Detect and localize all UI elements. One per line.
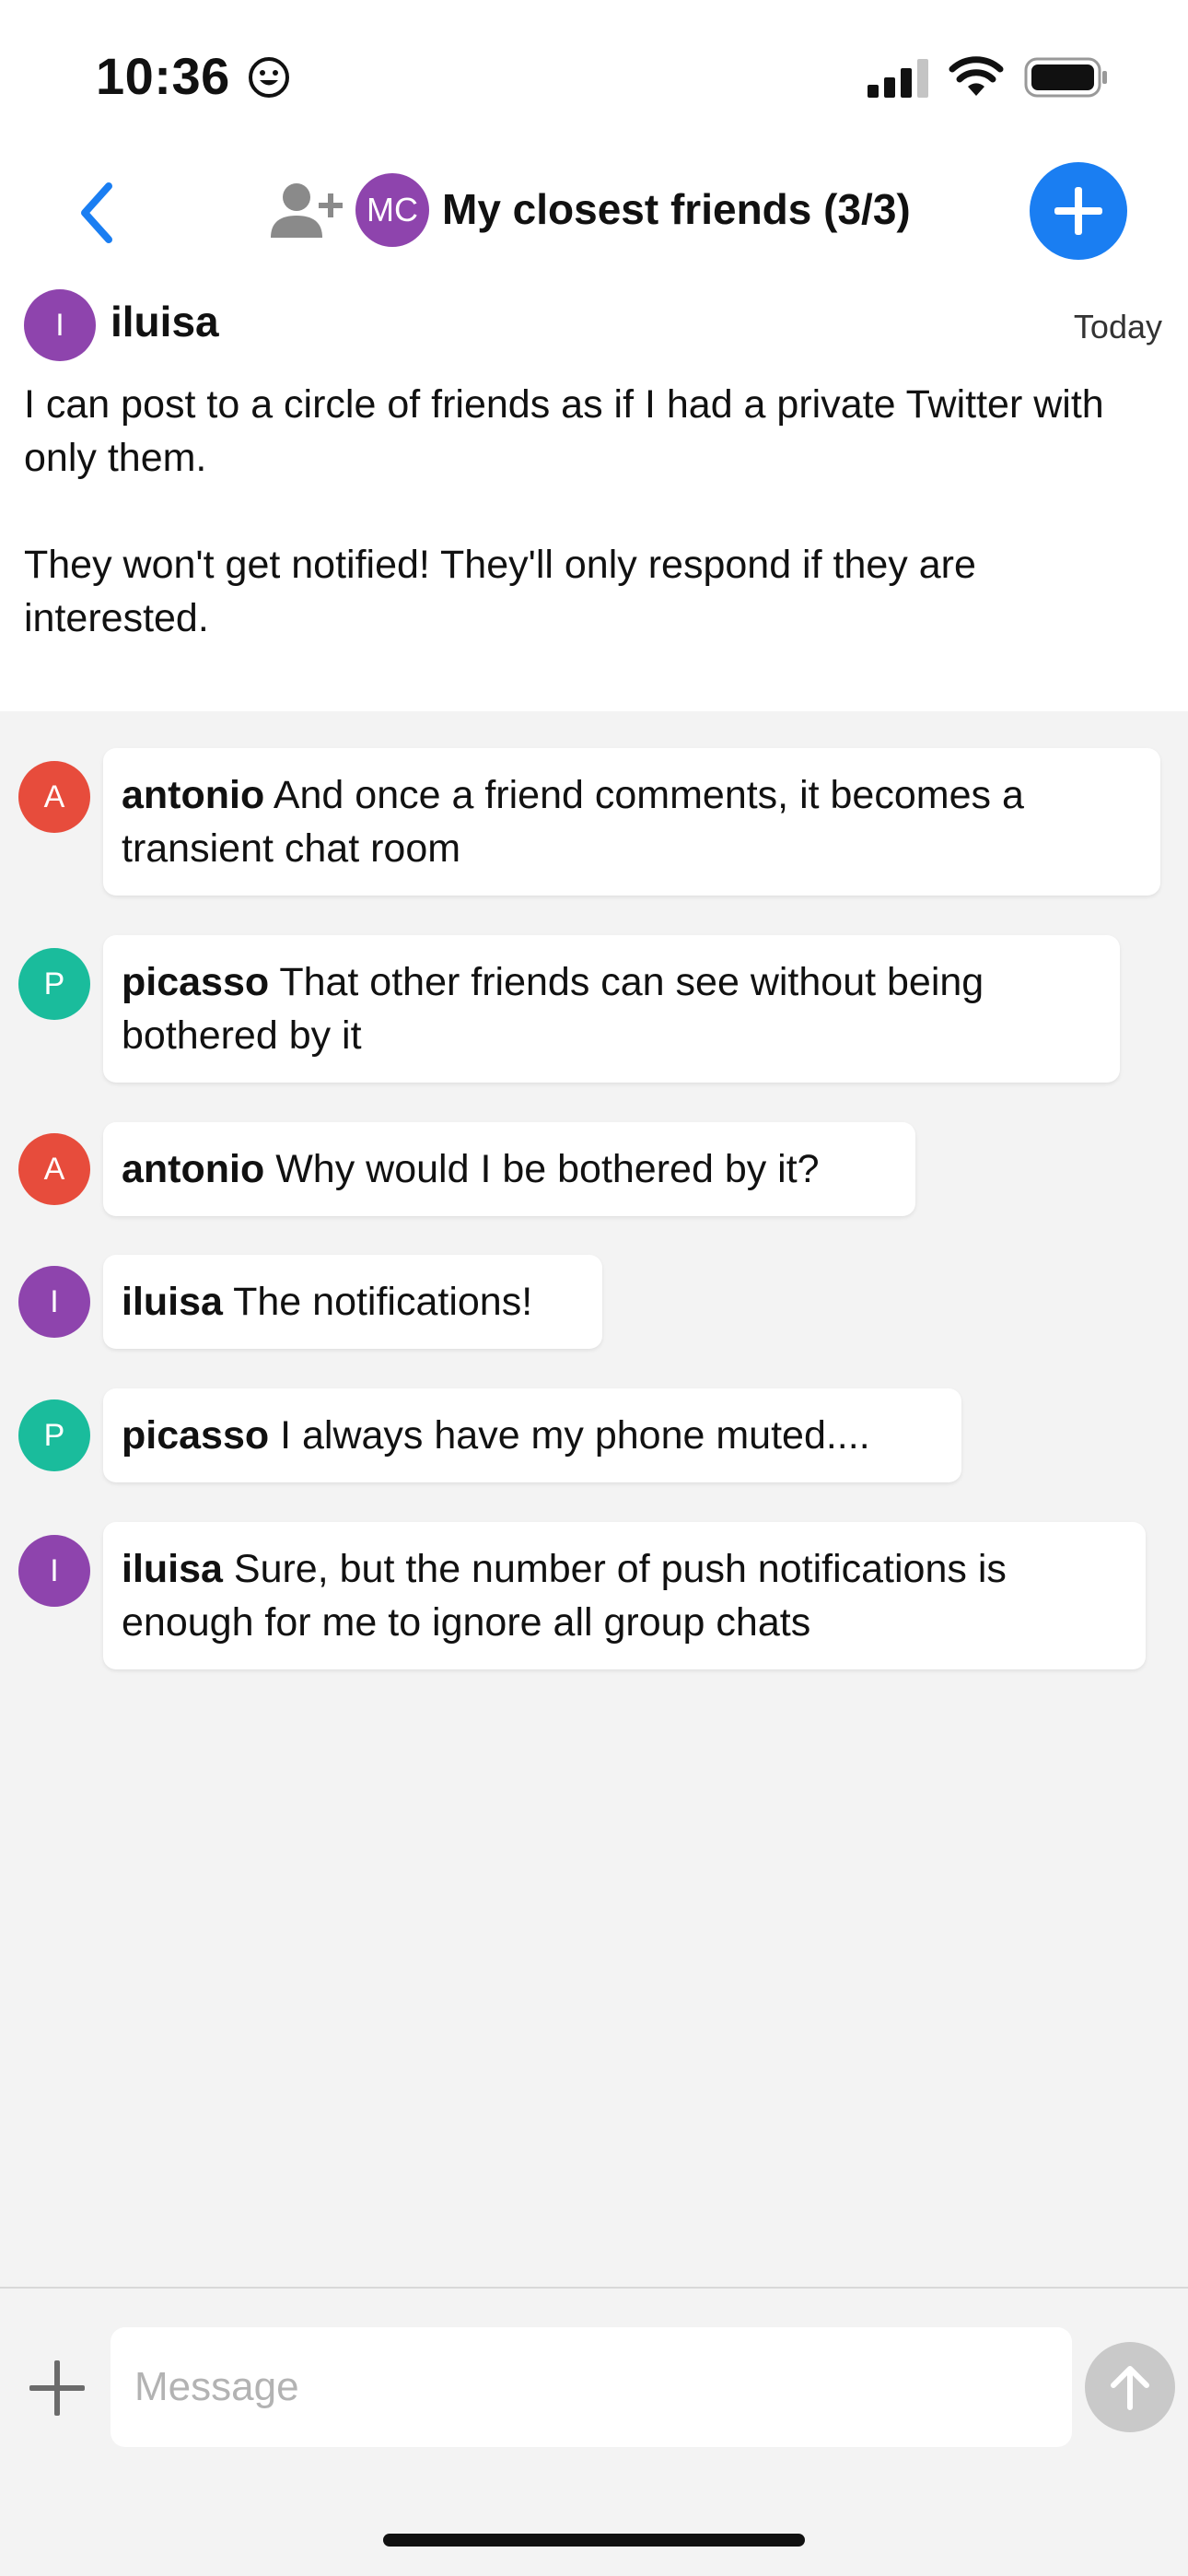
avatar[interactable]: I bbox=[18, 1266, 90, 1338]
comment-bubble[interactable]: antonio Why would I be bothered by it? bbox=[103, 1122, 915, 1216]
group-avatar[interactable]: MC bbox=[355, 173, 429, 247]
attach-plus-icon[interactable] bbox=[28, 2359, 87, 2418]
comment-author: iluisa bbox=[122, 1280, 223, 1324]
cellular-signal-icon bbox=[868, 59, 928, 98]
avatar[interactable]: P bbox=[18, 1399, 90, 1471]
comment-text: Sure, but the number of push notificatio… bbox=[122, 1547, 1007, 1645]
comment-text: The notifications! bbox=[233, 1280, 533, 1324]
comment-bubble[interactable]: iluisa The notifications! bbox=[103, 1255, 602, 1349]
post-body: I can post to a circle of friends as if … bbox=[24, 378, 1166, 645]
original-post: I iluisa Today I can post to a circle of… bbox=[0, 276, 1188, 711]
comment-bubble[interactable]: iluisa Sure, but the number of push noti… bbox=[103, 1522, 1146, 1669]
comment-bubble[interactable]: picasso That other friends can see witho… bbox=[103, 935, 1120, 1083]
avatar[interactable]: I bbox=[18, 1535, 90, 1607]
post-paragraph: They won't get notified! They'll only re… bbox=[24, 543, 976, 640]
comment-author: picasso bbox=[122, 1413, 270, 1458]
avatar[interactable]: A bbox=[18, 761, 90, 833]
comment-author: antonio bbox=[122, 773, 265, 817]
post-date: Today bbox=[1073, 308, 1162, 345]
message-composer bbox=[0, 2287, 1188, 2576]
comment-author: antonio bbox=[122, 1147, 265, 1191]
comment-text: Why would I be bothered by it? bbox=[275, 1147, 820, 1191]
plus-icon bbox=[1054, 187, 1102, 235]
comment-author: iluisa bbox=[122, 1547, 223, 1591]
send-button[interactable] bbox=[1085, 2342, 1175, 2432]
add-person-icon[interactable] bbox=[269, 179, 344, 243]
comment-bubble[interactable]: antonio And once a friend comments, it b… bbox=[103, 748, 1160, 896]
avatar[interactable]: I bbox=[24, 289, 96, 361]
smiley-icon bbox=[249, 57, 289, 98]
comment-bubble[interactable]: picasso I always have my phone muted.... bbox=[103, 1388, 961, 1482]
new-post-button[interactable] bbox=[1030, 162, 1127, 260]
status-bar: 10:36 bbox=[0, 0, 1188, 157]
status-time: 10:36 bbox=[96, 47, 230, 105]
chat-header: MC My closest friends (3/3) bbox=[0, 157, 1188, 276]
comment-text: I always have my phone muted.... bbox=[280, 1413, 870, 1458]
arrow-up-icon bbox=[1111, 2366, 1149, 2410]
avatar[interactable]: A bbox=[18, 1133, 90, 1205]
avatar[interactable]: P bbox=[18, 948, 90, 1020]
back-chevron-icon[interactable] bbox=[74, 179, 120, 247]
wifi-icon bbox=[949, 56, 1004, 96]
post-paragraph: I can post to a circle of friends as if … bbox=[24, 382, 1104, 480]
post-author[interactable]: iluisa bbox=[111, 297, 219, 346]
battery-icon bbox=[1024, 57, 1107, 98]
message-input[interactable] bbox=[111, 2327, 1072, 2447]
comment-author: picasso bbox=[122, 960, 270, 1004]
home-indicator bbox=[383, 2534, 805, 2547]
page-title[interactable]: My closest friends (3/3) bbox=[442, 184, 911, 234]
